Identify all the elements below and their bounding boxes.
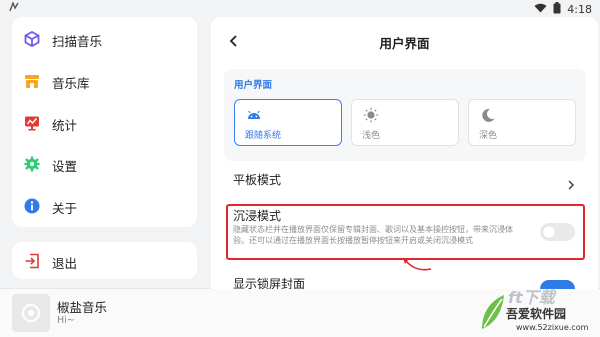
- moon-icon: [480, 107, 496, 123]
- lockscreen-cover-label: 显示锁屏封面: [233, 277, 306, 289]
- tablet-mode-row[interactable]: 平板模式: [211, 170, 598, 196]
- theme-option-light[interactable]: 浅色: [351, 99, 459, 146]
- sidebar-nav: 扫描音乐 音乐库 统计 设置 关于: [12, 17, 197, 227]
- theme-label: 浅色: [362, 131, 381, 141]
- sun-icon: [363, 107, 379, 123]
- theme-label: 深色: [479, 131, 498, 141]
- exit-button[interactable]: 退出: [12, 244, 197, 278]
- page-title: 用户界面: [379, 36, 430, 51]
- sidebar-item-about[interactable]: 关于: [12, 189, 197, 223]
- settings-panel: 用户界面 用户界面 跟随系统 浅色 深色 平板模式 沉浸模式 隐藏状态栏并在播放…: [211, 17, 598, 289]
- watermark-text-main: 吾爱软件园: [506, 307, 567, 321]
- info-icon: [24, 198, 40, 214]
- player-subtitle: Hi~: [57, 315, 75, 326]
- android-icon: [246, 107, 262, 123]
- sidebar-item-label: 设置: [52, 159, 78, 174]
- app-notification-icon: [9, 1, 19, 15]
- album-cover[interactable]: [12, 294, 50, 332]
- sidebar-exit[interactable]: 退出: [12, 242, 197, 279]
- sidebar-item-label: 统计: [52, 118, 78, 133]
- annotation-arrow: [403, 258, 432, 271]
- player-title: 椒盐音乐: [57, 300, 108, 315]
- sidebar-item-label: 音乐库: [52, 76, 90, 91]
- theme-section: 用户界面 跟随系统 浅色 深色: [224, 69, 586, 161]
- sidebar-item-music-library[interactable]: 音乐库: [12, 64, 197, 98]
- status-time: 4:18: [567, 3, 592, 16]
- status-bar: 4:18: [0, 0, 600, 18]
- stats-chart-icon: [24, 115, 40, 131]
- section-label: 用户界面: [234, 80, 273, 91]
- chevron-right-icon: [566, 175, 576, 190]
- scan-cube-icon: [24, 30, 40, 48]
- library-store-icon: [24, 73, 40, 89]
- theme-option-follow-system[interactable]: 跟随系统: [234, 99, 342, 146]
- sidebar-item-label: 扫描音乐: [52, 34, 103, 49]
- theme-option-dark[interactable]: 深色: [468, 99, 576, 146]
- annotation-highlight-box: [226, 204, 585, 260]
- gear-icon: [24, 156, 40, 172]
- sidebar-item-scan-music[interactable]: 扫描音乐: [12, 22, 197, 56]
- exit-icon: [24, 253, 40, 269]
- leaf-logo-icon: [482, 295, 504, 329]
- battery-icon: [553, 2, 561, 17]
- theme-label: 跟随系统: [245, 131, 282, 141]
- tablet-mode-label: 平板模式: [233, 173, 282, 187]
- sidebar-item-stats[interactable]: 统计: [12, 106, 197, 140]
- sidebar-item-label: 关于: [52, 201, 78, 216]
- watermark: ft下载 吾爱软件园 www.52zixue.com: [478, 283, 600, 337]
- wifi-icon: [534, 3, 547, 16]
- watermark-text-url: www.52zixue.com: [516, 323, 589, 332]
- exit-label: 退出: [52, 256, 78, 271]
- sidebar-item-settings[interactable]: 设置: [12, 147, 197, 181]
